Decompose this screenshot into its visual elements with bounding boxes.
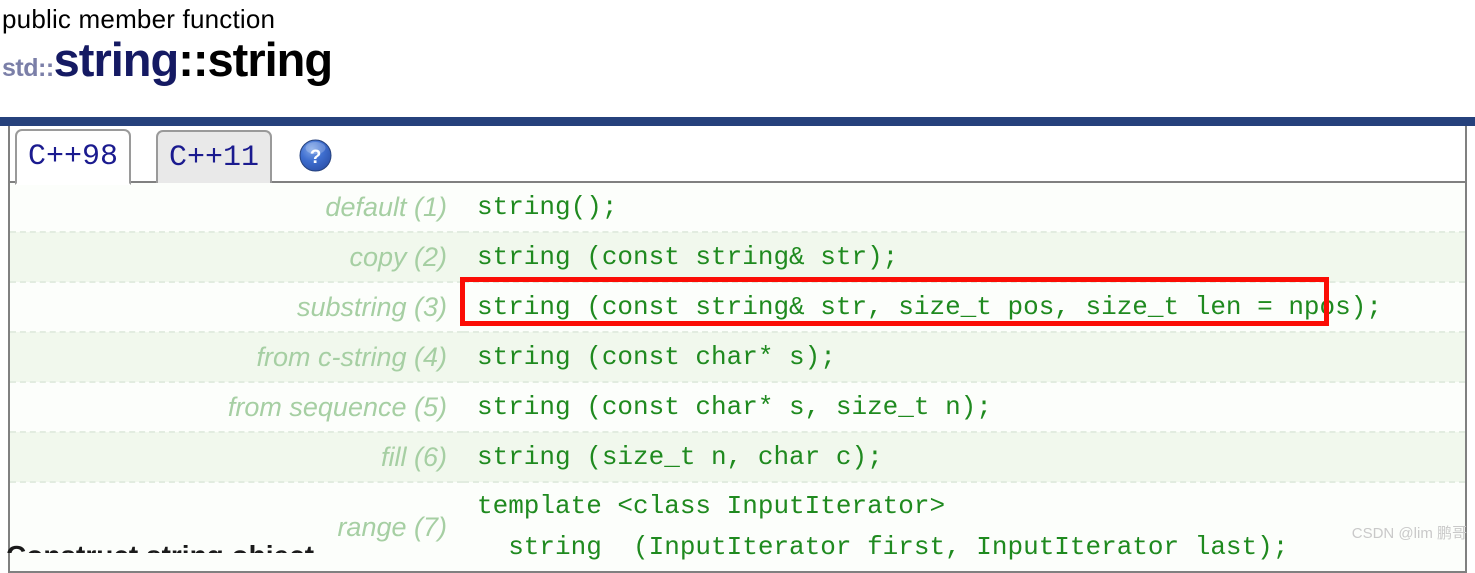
signature-code: string (const string& str); [477,242,899,272]
tab-cpp98[interactable]: C++98 [15,129,132,185]
title-class-name: string [53,33,180,86]
signature-label: fill (6) [381,441,447,472]
tab-strip: C++98 C++11 ? [10,126,1465,185]
signature-label: copy (2) [349,241,447,272]
function-kind-label: public member function [2,4,276,34]
help-question-icon[interactable]: ? [299,139,332,172]
constructor-signature-table: default (1) string(); copy (2) string (c… [10,183,1465,571]
table-row: fill (6) string (size_t n, char c); [10,432,1465,482]
signature-code: string (const char* s, size_t n); [477,392,992,422]
signature-code: string (const string& str, size_t pos, s… [477,292,1382,322]
page-header: public member function std::string::stri… [0,0,1475,98]
table-row: copy (2) string (const string& str); [10,232,1465,282]
signature-code: template <class InputIterator> string (I… [477,491,1289,562]
standard-version-panel: C++98 C++11 ? default (1) string(); copy [8,126,1467,573]
title-member-name: string [207,33,334,86]
watermark: CSDN @lim 鹏哥 [1351,525,1467,542]
table-row: range (7) template <class InputIterator>… [10,482,1465,571]
signature-label: default (1) [325,191,447,222]
signature-code: string(); [477,192,618,222]
signature-label: substring (3) [296,291,447,322]
signature-label: from c-string (4) [256,341,447,372]
navy-divider-bar [0,117,1475,126]
table-row: from sequence (5) string (const char* s,… [10,382,1465,432]
title-namespace: std:: [2,54,54,82]
signature-code: string (const char* s); [477,342,836,372]
title-scope-separator: :: [178,33,208,86]
table-row: substring (3) string (const string& str,… [10,282,1465,332]
signature-label: from sequence (5) [227,391,447,422]
page-title: std::string::string [2,34,1475,98]
signature-label: range (7) [337,511,447,542]
tab-cpp11[interactable]: C++11 [156,130,273,183]
svg-text:?: ? [310,147,322,168]
table-row: from c-string (4) string (const char* s)… [10,332,1465,382]
signature-code: string (size_t n, char c); [477,442,883,472]
section-heading: Construct string object [6,540,314,553]
table-row: default (1) string(); [10,183,1465,232]
